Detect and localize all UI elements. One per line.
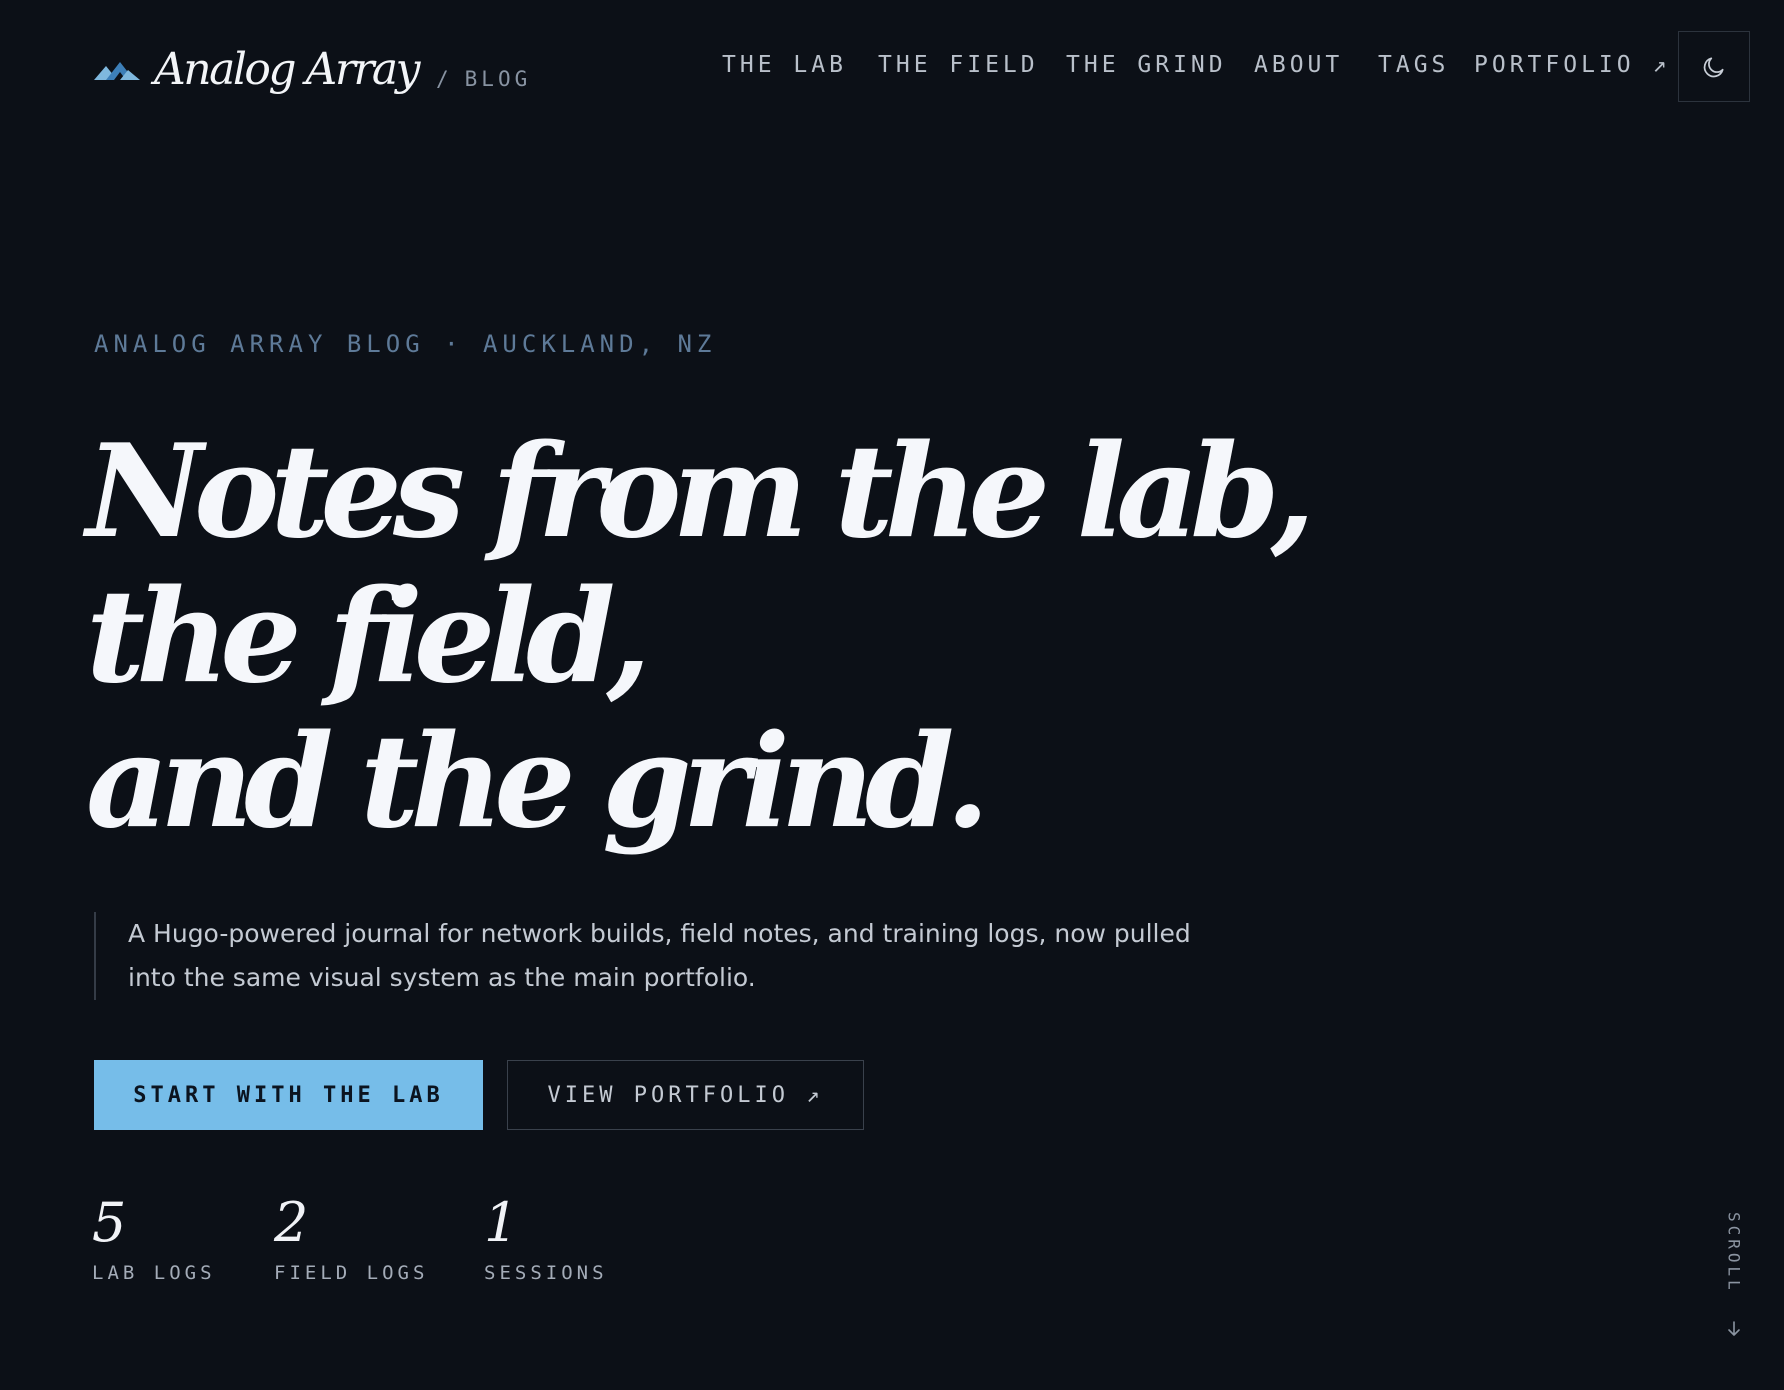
- nav-the-field[interactable]: THE FIELD: [878, 50, 1039, 80]
- scroll-indicator[interactable]: SCROLL: [1716, 1212, 1752, 1338]
- hero-headline: Notes from the lab, the field, and the g…: [86, 417, 1315, 857]
- stat-value: 5: [92, 1191, 127, 1254]
- moon-icon: [1703, 56, 1724, 77]
- lede-text: A Hugo-powered journal for network build…: [128, 919, 1191, 992]
- stat-label: FIELD LOGS: [274, 1262, 429, 1284]
- stat-lab-logs: 5 LAB LOGS: [92, 1190, 216, 1286]
- nav-the-lab[interactable]: THE LAB: [722, 50, 847, 80]
- hero-eyebrow: ANALOG ARRAY BLOG · AUCKLAND, NZ: [94, 330, 717, 358]
- stat-label: SESSIONS: [484, 1262, 608, 1284]
- scroll-label: SCROLL: [1724, 1212, 1744, 1294]
- arrow-down-icon: [1728, 1320, 1740, 1336]
- nav-about[interactable]: ABOUT: [1254, 50, 1343, 80]
- start-with-the-lab-button[interactable]: START WITH THE LAB: [94, 1060, 483, 1130]
- stat-field-logs: 2 FIELD LOGS: [274, 1190, 428, 1286]
- headline-line-3: and the grind.: [86, 707, 990, 857]
- stat-label: LAB LOGS: [92, 1262, 216, 1284]
- headline-line-1: Notes from the lab,: [86, 417, 1315, 567]
- view-portfolio-button[interactable]: VIEW PORTFOLIO ↗: [507, 1060, 864, 1130]
- hero-lede: A Hugo-powered journal for network build…: [94, 912, 1214, 1000]
- site-header: Analog Array / BLOG THE LAB THE FIELD TH…: [0, 0, 1784, 140]
- nav-portfolio[interactable]: PORTFOLIO ↗: [1474, 50, 1670, 80]
- nav-tags[interactable]: TAGS: [1378, 50, 1449, 80]
- stat-sessions: 1 SESSIONS: [484, 1190, 608, 1286]
- headline-line-2: the field,: [86, 562, 651, 712]
- stat-value: 1: [484, 1191, 519, 1254]
- main-nav: THE LAB THE FIELD THE GRIND ABOUT TAGS P…: [0, 50, 1784, 80]
- nav-the-grind[interactable]: THE GRIND: [1066, 50, 1227, 80]
- theme-toggle-button[interactable]: [1678, 31, 1750, 102]
- stat-value: 2: [274, 1191, 309, 1254]
